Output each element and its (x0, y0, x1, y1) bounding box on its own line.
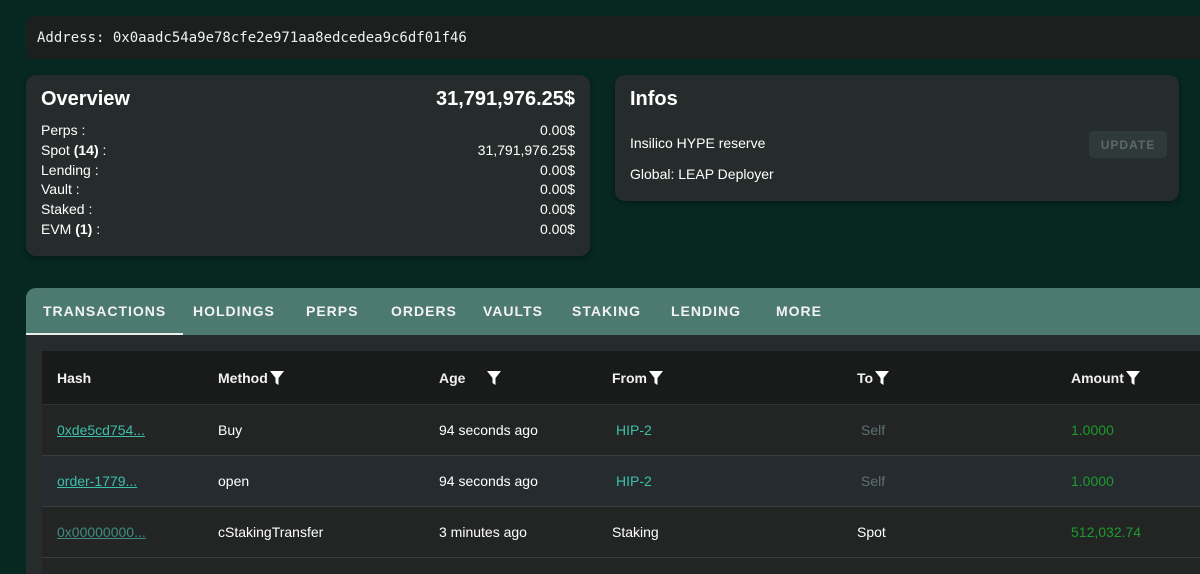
amount-cell: 512,032.74 (1071, 524, 1142, 540)
tab-more[interactable]: MORE (776, 288, 822, 335)
amount-cell: 1.0000 (1071, 422, 1114, 438)
overview-value: 0.00$ (539, 161, 575, 178)
overview-row-evm: EVM (1) : 0.00$ (41, 220, 575, 240)
method-cell: Buy (218, 422, 243, 438)
tab-lending[interactable]: LENDING (671, 288, 741, 335)
to-cell: Self (861, 422, 886, 438)
table-row: 0x00000000... cStakingTransfer 3 minutes… (42, 507, 1200, 558)
header-age: Age (439, 351, 502, 405)
overview-value: 0.00$ (539, 201, 575, 218)
overview-value: 0.00$ (539, 181, 575, 198)
age-cell: 94 seconds ago (439, 422, 538, 438)
table-row: 0xde5cd754... Buy 94 seconds ago HIP-2 S… (42, 405, 1200, 456)
overview-label: Lending : (41, 161, 99, 178)
overview-value: 31,791,976.25$ (477, 141, 575, 158)
overview-card: Overview 31,791,976.25$ Perps : 0.00$ Sp… (26, 75, 590, 256)
age-cell: 94 seconds ago (439, 473, 538, 489)
overview-title: Overview (41, 87, 130, 110)
age-cell: 3 minutes ago (439, 524, 527, 540)
infos-line-reserve: Insilico HYPE reserve (630, 135, 766, 151)
overview-label: Staked : (41, 201, 93, 218)
overview-row-perps: Perps : 0.00$ (41, 121, 575, 141)
tabs-panel: TRANSACTIONS HOLDINGS PERPS ORDERS VAULT… (25, 288, 1200, 574)
overview-total: 31,791,976.25$ (435, 87, 575, 110)
filter-icon[interactable] (487, 370, 502, 386)
overview-row-lending: Lending : 0.00$ (41, 161, 575, 181)
table-row: order-1779... open 94 seconds ago HIP-2 … (42, 456, 1200, 507)
amount-cell: 1.0000 (1071, 473, 1114, 489)
tab-holdings[interactable]: HOLDINGS (193, 288, 275, 335)
tab-bar: TRANSACTIONS HOLDINGS PERPS ORDERS VAULT… (25, 288, 1200, 335)
to-cell: Spot (857, 524, 886, 540)
header-to: To (857, 351, 890, 405)
infos-card: Infos Insilico HYPE reserve Global: LEAP… (615, 75, 1179, 201)
method-cell: cStakingTransfer (218, 524, 324, 540)
header-method: Method (218, 351, 284, 405)
from-cell[interactable]: HIP-2 (616, 405, 652, 456)
overview-value: 0.00$ (539, 122, 575, 138)
infos-line-global: Global: LEAP Deployer (630, 166, 774, 182)
address-bar: Address: 0x0aadc54a9e78cfe2e971aa8edcede… (26, 16, 1200, 59)
header-amount: Amount (1071, 351, 1140, 405)
overview-row-spot: Spot (14) : 31,791,976.25$ (41, 141, 575, 161)
table-header: Hash Method Age From To Amount (42, 351, 1200, 405)
header-from: From (612, 351, 663, 405)
update-button[interactable]: UPDATE (1089, 131, 1167, 158)
tab-staking[interactable]: STAKING (572, 288, 641, 335)
overview-label: Spot (14) : (41, 141, 107, 158)
filter-icon[interactable] (269, 370, 284, 386)
hash-link[interactable]: 0x00000000... (57, 507, 146, 558)
method-cell: open (218, 473, 250, 489)
header-hash: Hash (57, 370, 92, 386)
from-cell: Staking (612, 524, 659, 540)
tab-orders[interactable]: ORDERS (391, 288, 457, 335)
from-cell[interactable]: HIP-2 (616, 456, 652, 507)
tab-transactions[interactable]: TRANSACTIONS (25, 288, 184, 335)
filter-icon[interactable] (875, 370, 890, 386)
overview-row-vault: Vault : 0.00$ (41, 180, 575, 200)
overview-label: Vault : (41, 181, 80, 198)
hash-link[interactable]: order-1779... (57, 456, 137, 507)
overview-label: EVM (1) : (41, 220, 101, 237)
to-cell: Self (861, 473, 886, 489)
tab-perps[interactable]: PERPS (306, 288, 358, 335)
overview-label: Perps : (41, 122, 86, 138)
filter-icon[interactable] (649, 370, 663, 386)
overview-row-staked: Staked : 0.00$ (41, 200, 575, 220)
filter-icon[interactable] (1125, 370, 1140, 386)
tab-vaults[interactable]: VAULTS (483, 288, 543, 335)
infos-title: Infos (630, 88, 678, 110)
hash-link[interactable]: 0xde5cd754... (57, 405, 145, 456)
overview-value: 0.00$ (539, 220, 575, 237)
address-text: Address: 0x0aadc54a9e78cfe2e971aa8edcede… (37, 29, 467, 46)
transactions-table: Hash Method Age From To Amount 0xde5cd75… (42, 351, 1200, 574)
